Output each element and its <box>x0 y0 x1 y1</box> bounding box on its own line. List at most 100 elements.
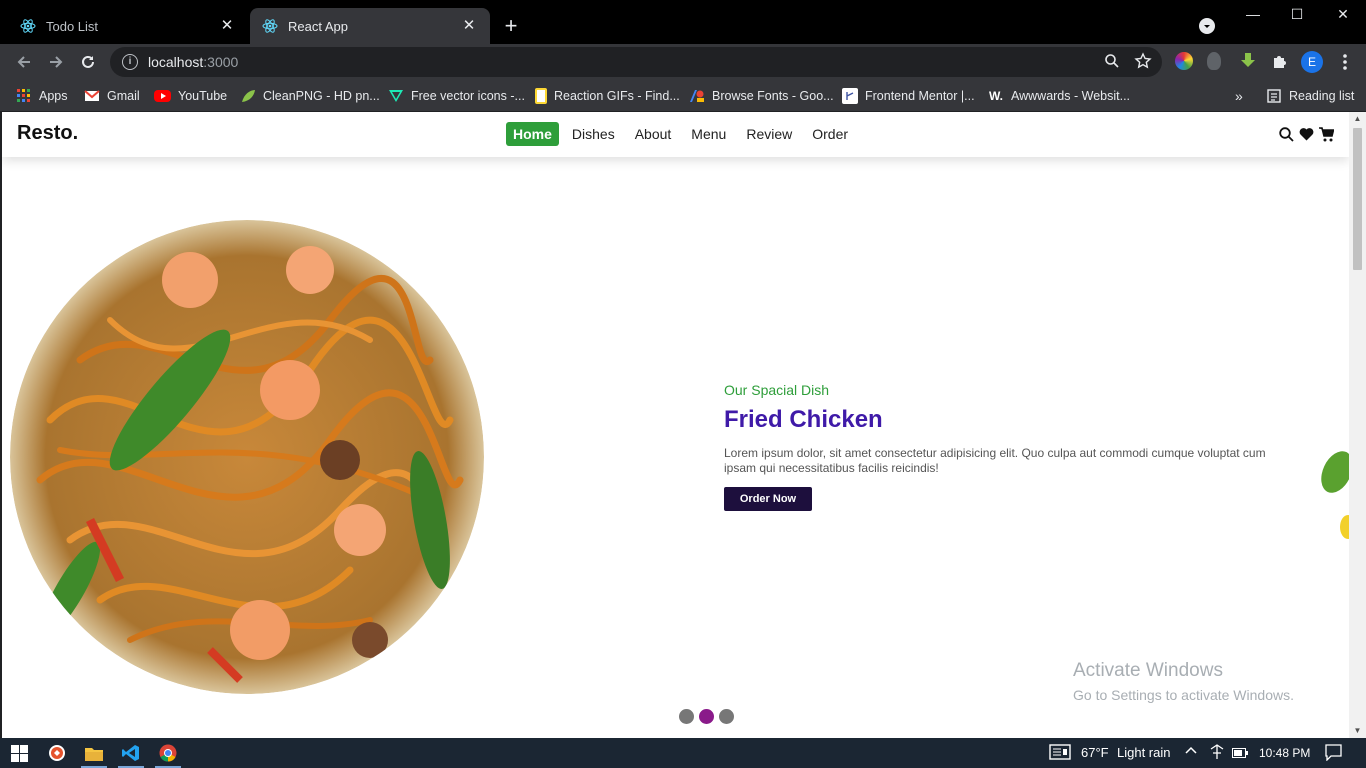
react-icon <box>20 18 36 34</box>
site-info-icon[interactable]: i <box>122 54 138 70</box>
watermark-line2: Go to Settings to activate Windows. <box>1073 687 1294 703</box>
order-now-button[interactable]: Order Now <box>724 487 812 511</box>
browser-window: Todo List ✕ React App ✕ + — ☐ ✕ i localh… <box>0 0 1366 738</box>
bookmarks-bar: Apps Gmail YouTube CleanPNG - HD pn... F… <box>0 80 1366 112</box>
puzzle-extensions-icon[interactable] <box>1271 52 1289 70</box>
nav-home[interactable]: Home <box>506 122 559 146</box>
close-window-button[interactable]: ✕ <box>1320 6 1366 26</box>
bookmark-reaction-gifs[interactable]: Reaction GIFs - Find... <box>535 86 680 106</box>
new-tab-button[interactable]: + <box>500 15 522 37</box>
bookmark-flaticon[interactable]: Free vector icons -... <box>388 86 525 106</box>
reading-list-icon <box>1266 88 1282 104</box>
bookmark-star-icon[interactable] <box>1134 52 1152 73</box>
scroll-up-arrow-icon[interactable]: ▲ <box>1349 112 1366 126</box>
tab-search-icon[interactable] <box>1199 18 1215 34</box>
bookmark-apps[interactable]: Apps <box>16 86 68 106</box>
nav-dishes[interactable]: Dishes <box>565 122 622 146</box>
bookmark-label: Apps <box>39 89 68 103</box>
app-icon[interactable] <box>47 743 67 763</box>
site-logo[interactable]: Resto. <box>17 122 78 145</box>
windows-start-icon[interactable] <box>9 743 29 763</box>
bookmark-label: Frontend Mentor |... <box>865 89 975 103</box>
profile-avatar[interactable]: E <box>1301 51 1323 73</box>
bookmark-frontend-mentor[interactable]: Frontend Mentor |... <box>842 86 975 106</box>
back-button[interactable] <box>12 50 36 74</box>
heart-icon[interactable] <box>1298 126 1314 142</box>
nav-order[interactable]: Order <box>805 122 855 146</box>
bookmark-google-fonts[interactable]: Browse Fonts - Goo... <box>689 86 834 106</box>
address-bar[interactable]: i localhost:3000 <box>110 47 1162 77</box>
clock[interactable]: 10:48 PM <box>1259 746 1310 760</box>
bookmark-label: Gmail <box>107 89 140 103</box>
slider-dots <box>679 709 734 724</box>
reload-button[interactable] <box>76 50 100 74</box>
page-scrollbar[interactable]: ▲ ▼ <box>1349 112 1366 738</box>
bookmark-label: CleanPNG - HD pn... <box>263 89 380 103</box>
bookmark-label: Free vector icons -... <box>411 89 525 103</box>
color-picker-extension-icon[interactable] <box>1175 52 1193 70</box>
nav-review[interactable]: Review <box>739 122 799 146</box>
page-icon <box>535 88 547 104</box>
network-icon[interactable] <box>1208 743 1226 764</box>
main-nav: Home Dishes About Menu Review Order <box>506 122 861 146</box>
nav-about[interactable]: About <box>628 122 679 146</box>
file-explorer-icon[interactable] <box>84 743 104 763</box>
hero-content: Our Spacial Dish Fried Chicken Lorem ips… <box>724 382 1284 511</box>
reading-list-label: Reading list <box>1289 89 1355 103</box>
site-header: Resto. Home Dishes About Menu Review Ord… <box>2 112 1349 157</box>
tab-react-app[interactable]: React App ✕ <box>250 8 490 44</box>
download-extension-icon[interactable] <box>1239 52 1257 70</box>
minimize-button[interactable]: — <box>1230 6 1276 26</box>
search-icon[interactable] <box>1278 126 1294 142</box>
flaticon-icon <box>388 88 404 104</box>
battery-icon[interactable] <box>1232 746 1248 761</box>
url-port: :3000 <box>203 54 239 70</box>
windows-taskbar: 67°F Light rain 10:48 PM <box>0 738 1366 768</box>
slider-dot[interactable] <box>719 709 734 724</box>
slider-dot[interactable] <box>679 709 694 724</box>
gmail-icon <box>84 88 100 104</box>
slider-dot-active[interactable] <box>699 709 714 724</box>
reading-list-button[interactable]: Reading list <box>1266 86 1354 106</box>
cleanpng-icon <box>240 88 256 104</box>
cart-icon[interactable] <box>1318 126 1334 142</box>
weather-temperature[interactable]: 67°F <box>1081 745 1109 760</box>
nav-menu[interactable]: Menu <box>684 122 733 146</box>
maximize-button[interactable]: ☐ <box>1274 6 1320 26</box>
bookmark-youtube[interactable]: YouTube <box>154 86 227 106</box>
notification-icon[interactable] <box>1325 744 1342 764</box>
tab-todo-list[interactable]: Todo List ✕ <box>8 8 248 44</box>
chrome-icon[interactable] <box>158 743 178 763</box>
close-tab-icon[interactable]: ✕ <box>218 17 236 35</box>
zoom-icon[interactable] <box>1104 53 1120 72</box>
extension-icon[interactable] <box>1207 52 1221 70</box>
scrollbar-thumb[interactable] <box>1353 128 1362 270</box>
close-tab-icon[interactable]: ✕ <box>460 17 478 35</box>
weather-condition[interactable]: Light rain <box>1117 745 1170 760</box>
tab-title: Todo List <box>46 18 99 34</box>
bookmark-label: Awwwards - Websit... <box>1011 89 1131 103</box>
bookmark-gmail[interactable]: Gmail <box>84 86 140 106</box>
react-icon <box>262 18 278 34</box>
hero-title: Fried Chicken <box>724 406 883 433</box>
hero-description: Lorem ipsum dolor, sit amet consectetur … <box>724 446 1266 475</box>
bookmarks-overflow-button[interactable]: » <box>1235 86 1243 106</box>
watermark-line1: Activate Windows <box>1073 660 1223 681</box>
tab-title: React App <box>288 18 348 34</box>
bookmark-label: YouTube <box>178 89 228 103</box>
show-hidden-icons-chevron-icon[interactable] <box>1185 745 1197 760</box>
forward-button[interactable] <box>44 50 68 74</box>
frontend-mentor-icon <box>842 88 858 104</box>
vscode-icon[interactable] <box>121 743 141 763</box>
menu-kebab-icon[interactable] <box>1333 50 1357 74</box>
bookmark-awwwards[interactable]: W. Awwwards - Websit... <box>988 86 1130 106</box>
youtube-icon <box>154 90 171 102</box>
apps-grid-icon <box>16 88 32 104</box>
bookmark-label: Browse Fonts - Goo... <box>712 89 834 103</box>
google-fonts-icon <box>689 88 705 104</box>
bookmark-cleanpng[interactable]: CleanPNG - HD pn... <box>240 86 380 106</box>
page-viewport: Resto. Home Dishes About Menu Review Ord… <box>2 112 1349 738</box>
scroll-down-arrow-icon[interactable]: ▼ <box>1349 724 1366 738</box>
awwwards-icon: W. <box>989 89 1003 103</box>
news-weather-icon[interactable] <box>1049 744 1071 763</box>
